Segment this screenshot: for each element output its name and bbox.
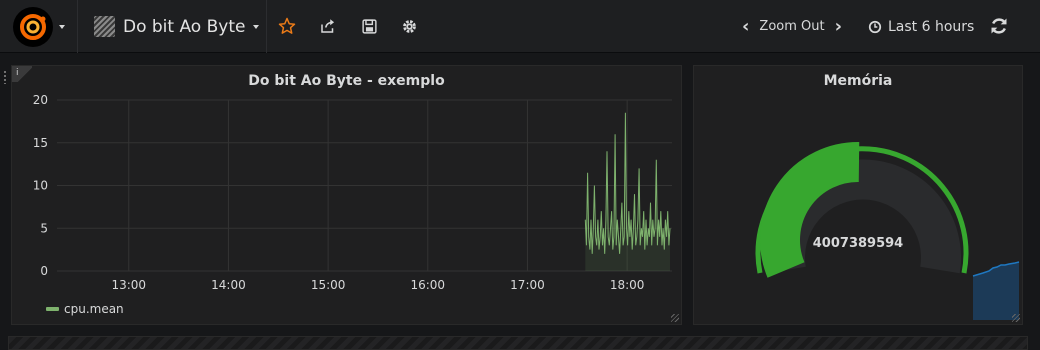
chevron-down-icon xyxy=(59,24,65,29)
x-tick-label: 17:00 xyxy=(510,278,545,292)
time-range-label: Last 6 hours xyxy=(888,18,975,35)
y-tick-label: 5 xyxy=(40,221,48,235)
series-area-cpu-mean xyxy=(585,112,670,271)
chevron-left-icon[interactable]: ‹ xyxy=(742,16,749,37)
grafana-menu-button[interactable] xyxy=(0,0,78,53)
cpu-chart[interactable]: 0 5 10 15 20 13:00 14:00 15:00 16:00 17:00 18:00 xyxy=(11,65,682,295)
next-row-placeholder xyxy=(8,336,1028,350)
legend-label: cpu.mean xyxy=(64,302,124,316)
x-tick-label: 16:00 xyxy=(410,278,445,292)
resize-handle[interactable] xyxy=(1012,314,1020,322)
x-tick-label: 15:00 xyxy=(311,278,346,292)
resize-handle[interactable] xyxy=(671,314,679,322)
chevron-right-icon[interactable]: › xyxy=(835,16,842,37)
dashboard-picker[interactable]: Do bit Ao Byte xyxy=(78,0,267,53)
chevron-down-icon xyxy=(253,24,260,29)
dashboard-title: Do bit Ao Byte xyxy=(123,16,246,37)
sparkline-area xyxy=(973,262,1019,320)
x-tick-label: 14:00 xyxy=(211,278,246,292)
series-line-cpu-mean xyxy=(584,112,671,254)
legend-swatch xyxy=(46,307,59,311)
y-tick-label: 10 xyxy=(33,179,48,193)
grafana-logo-icon xyxy=(13,6,53,47)
gauge-svg xyxy=(755,141,1020,320)
gauge-panel: Memória 4007389594 xyxy=(693,65,1023,325)
save-icon[interactable] xyxy=(359,16,379,36)
y-tick-label: 20 xyxy=(33,93,48,107)
graph-panel: i Do bit Ao Byte - exemplo 0 5 10 15 20 13:00… xyxy=(11,65,682,325)
y-tick-label: 15 xyxy=(33,136,48,150)
x-tick-label: 18:00 xyxy=(610,278,645,292)
row-drag-handle[interactable] xyxy=(3,70,7,84)
x-tick-label: 13:00 xyxy=(111,278,146,292)
time-range-picker[interactable]: Last 6 hours xyxy=(868,0,974,53)
legend-item[interactable]: cpu.mean xyxy=(46,302,124,316)
gear-icon[interactable] xyxy=(399,16,419,36)
share-icon[interactable] xyxy=(318,16,338,36)
y-tick-label: 0 xyxy=(40,264,48,278)
refresh-icon[interactable] xyxy=(989,16,1011,38)
dashboard-grid-icon xyxy=(94,16,115,37)
gauge-value: 4007389594 xyxy=(812,236,904,251)
clock-icon xyxy=(868,20,882,33)
zoom-out-button[interactable]: Zoom Out xyxy=(759,19,824,34)
star-icon[interactable] xyxy=(277,16,297,36)
zoom-controls: ‹ Zoom Out › xyxy=(742,0,842,53)
top-navbar: Do bit Ao Byte ‹ Zoom Out › Last 6 hours xyxy=(0,0,1040,53)
